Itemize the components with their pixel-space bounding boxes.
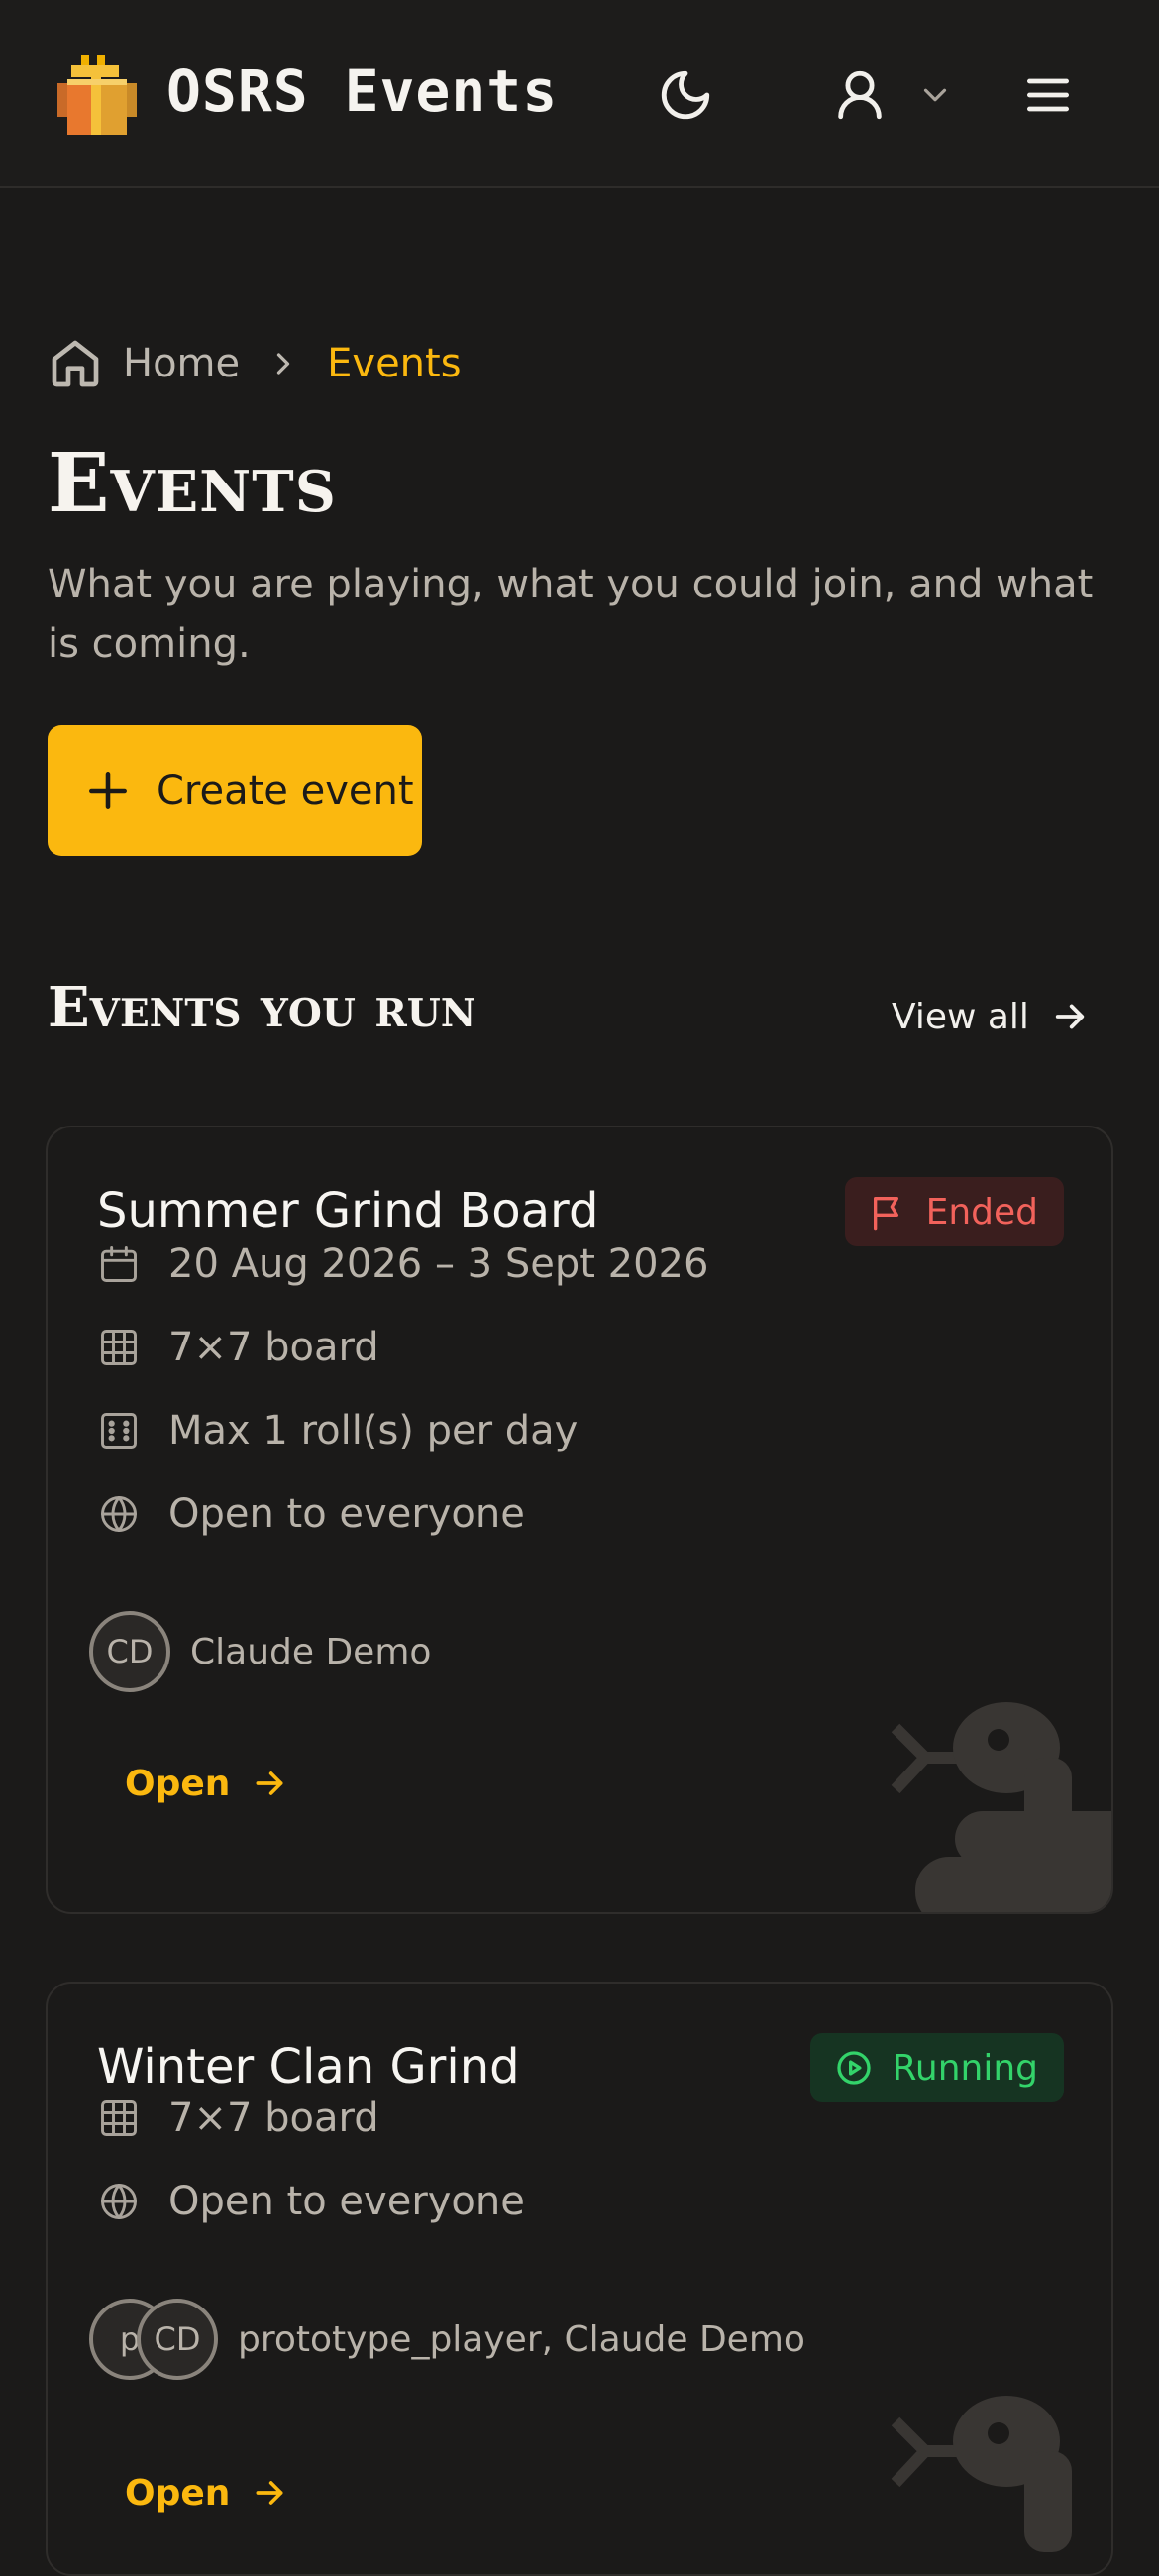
chevron-down-icon: [923, 88, 947, 102]
calendar-icon: [101, 1246, 137, 1282]
open-label: Open: [125, 1763, 231, 1804]
gift-box-logo-icon[interactable]: [52, 52, 143, 139]
breadcrumb-current: Events: [327, 341, 462, 386]
user-menu-button[interactable]: [818, 61, 967, 129]
event-owners: CD Claude Demo: [89, 1611, 431, 1692]
create-event-button[interactable]: Create event: [48, 725, 422, 856]
play-circle-icon: [837, 2051, 872, 2085]
event-board-size: 7×7 board: [97, 1316, 379, 1379]
event-visibility-text: Open to everyone: [168, 1491, 525, 1537]
status-badge: Ended: [844, 1177, 1064, 1246]
event-dates-text: 20 Aug 2026 – 3 Sept 2026: [168, 1241, 709, 1287]
view-all-link[interactable]: View all: [892, 989, 1091, 1044]
status-label: Ended: [925, 1191, 1038, 1233]
owner-names: prototype_player, Claude Demo: [238, 2318, 805, 2360]
event-owners: p CD prototype_player, Claude Demo: [89, 2299, 805, 2380]
event-roll-limit: Max 1 roll(s) per day: [97, 1399, 578, 1462]
breadcrumb: Home Events: [48, 329, 462, 398]
chevron-right-icon: [276, 353, 290, 375]
globe-icon: [101, 1496, 137, 1532]
page-title: Events: [48, 436, 337, 531]
open-label: Open: [125, 2472, 231, 2514]
event-visibility: Open to everyone: [97, 1482, 525, 1546]
arrow-right-icon: [256, 2481, 283, 2505]
moon-icon: [661, 70, 710, 120]
snake-icon: [891, 1702, 1111, 1912]
flag-icon: [873, 1197, 898, 1231]
home-icon[interactable]: [48, 336, 103, 391]
owner-names: Claude Demo: [190, 1631, 432, 1672]
hamburger-menu-button[interactable]: [1016, 63, 1080, 127]
avatar: CD: [89, 1611, 170, 1692]
event-board-text: 7×7 board: [168, 2095, 379, 2141]
open-event-link[interactable]: Open: [125, 1754, 289, 1813]
arrow-right-icon: [1055, 1004, 1085, 1029]
theme-toggle-button[interactable]: [654, 63, 717, 127]
hamburger-menu-icon: [1027, 78, 1069, 112]
arrow-right-icon: [256, 1771, 283, 1795]
dice-icon: [101, 1413, 137, 1449]
breadcrumb-home-link[interactable]: Home: [123, 341, 240, 386]
top-bar: OSRS Events: [0, 0, 1159, 188]
event-board-size: 7×7 board: [97, 2087, 379, 2150]
status-label: Running: [892, 2047, 1038, 2089]
status-badge: Running: [810, 2033, 1064, 2102]
event-visibility-text: Open to everyone: [168, 2179, 525, 2224]
avatar: CD: [137, 2299, 218, 2380]
snake-icon: [891, 2396, 1072, 2552]
event-rolls-text: Max 1 roll(s) per day: [168, 1408, 579, 1453]
app-title[interactable]: OSRS Events: [166, 57, 558, 125]
event-title[interactable]: Summer Grind Board: [97, 1183, 598, 1238]
grid-icon: [101, 2100, 137, 2136]
user-icon: [838, 70, 882, 120]
section-title: Events you run: [48, 975, 476, 1040]
event-card[interactable]: Winter Clan Grind Running 7×7 board Open…: [46, 1982, 1113, 2576]
event-card[interactable]: Summer Grind Board Ended 20 Aug 2026 – 3…: [46, 1126, 1113, 1914]
grid-icon: [101, 1330, 137, 1365]
open-event-link[interactable]: Open: [125, 2463, 289, 2522]
create-event-label: Create event: [157, 768, 414, 813]
page-subtitle: What you are playing, what you could joi…: [48, 562, 1094, 667]
event-visibility: Open to everyone: [97, 2170, 525, 2233]
event-dates: 20 Aug 2026 – 3 Sept 2026: [97, 1233, 708, 1296]
event-board-text: 7×7 board: [168, 1325, 379, 1370]
globe-icon: [101, 2184, 137, 2219]
plus-icon: [89, 772, 127, 809]
view-all-label: View all: [892, 996, 1029, 1037]
